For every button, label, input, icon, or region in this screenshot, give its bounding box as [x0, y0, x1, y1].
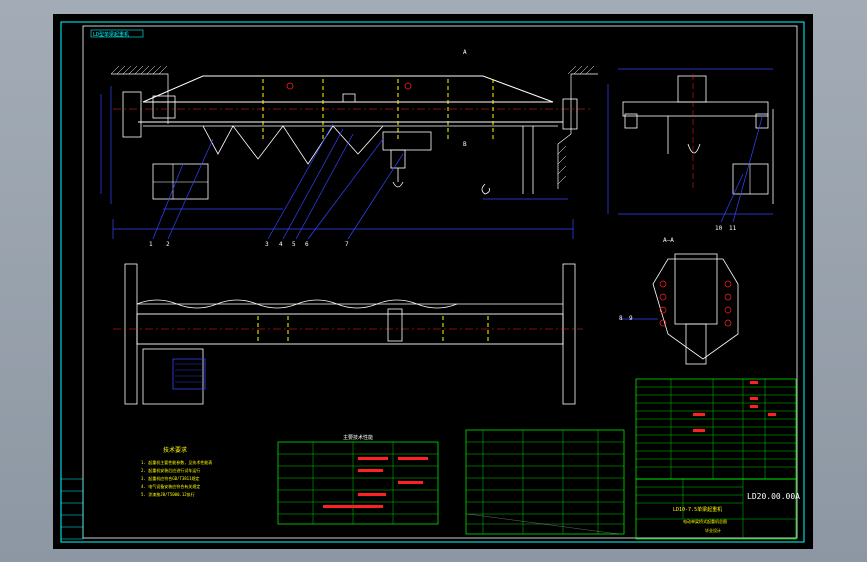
performance-table: 主要技术性能	[277, 434, 439, 525]
callout-7: 7	[345, 241, 349, 248]
mark-a: A	[463, 49, 467, 56]
callout-11: 11	[729, 225, 737, 232]
side-elevation: 10 11	[607, 68, 774, 232]
frame-tag: LD型单梁起重机	[93, 31, 129, 38]
callout-2: 2	[166, 241, 170, 248]
drawing-sheet[interactable]: LD型单梁起重机 1 2 3 4 5 6 7 A B 10 11 A—A 8 9…	[53, 14, 813, 549]
tech-line-5: 5. 涂漆按JB/T5000.12执行	[141, 491, 195, 497]
drawing-canvas: LD型单梁起重机 1 2 3 4 5 6 7 A B 10 11 A—A 8 9…	[60, 21, 805, 543]
callout-9: 9	[629, 315, 633, 322]
margin-box	[60, 478, 84, 540]
drawing-code: LD20.00.00A	[747, 492, 800, 501]
tech-notes: 技术要求 1. 起重机主要性能参数，见技术性能表 2. 起重机安装后应进行试车运…	[141, 446, 212, 497]
tech-line-3: 3. 起重机应符合GB/T3811规定	[141, 475, 200, 481]
parts-list	[635, 378, 797, 480]
tech-line-1: 1. 起重机主要性能参数，见技术性能表	[141, 459, 212, 465]
titleblock-school: 毕业设计	[705, 527, 721, 533]
table-title: 主要技术性能	[343, 434, 373, 441]
callout-5: 5	[292, 241, 296, 248]
callout-3: 3	[265, 241, 269, 248]
front-elevation: 1 2 3 4 5 6 7 A B	[100, 49, 598, 248]
parameter-table	[465, 429, 625, 535]
callout-8: 8	[619, 315, 623, 322]
titleblock-name: LD10-7.5单梁起重机	[673, 506, 722, 513]
callout-6: 6	[305, 241, 309, 248]
tech-title: 技术要求	[163, 446, 187, 454]
callout-4: 4	[279, 241, 283, 248]
title-block: LD20.00.00A LD10-7.5单梁起重机 电动单梁桥式起重机总图 毕业…	[635, 478, 800, 540]
section-label: A—A	[663, 237, 674, 244]
cad-viewport: LD型单梁起重机 1 2 3 4 5 6 7 A B 10 11 A—A 8 9…	[0, 0, 867, 562]
tech-line-2: 2. 起重机安装后应进行试车运行	[141, 467, 200, 473]
plan-view	[113, 263, 583, 405]
callout-10: 10	[715, 225, 723, 232]
callout-1: 1	[149, 241, 153, 248]
section-a-a: A—A 8 9	[619, 237, 739, 365]
wall-hatch	[110, 65, 595, 185]
titleblock-sub: 电动单梁桥式起重机总图	[683, 518, 727, 524]
mark-b: B	[463, 141, 467, 148]
tech-line-4: 4. 电气设备安装应符合有关规定	[141, 483, 200, 489]
